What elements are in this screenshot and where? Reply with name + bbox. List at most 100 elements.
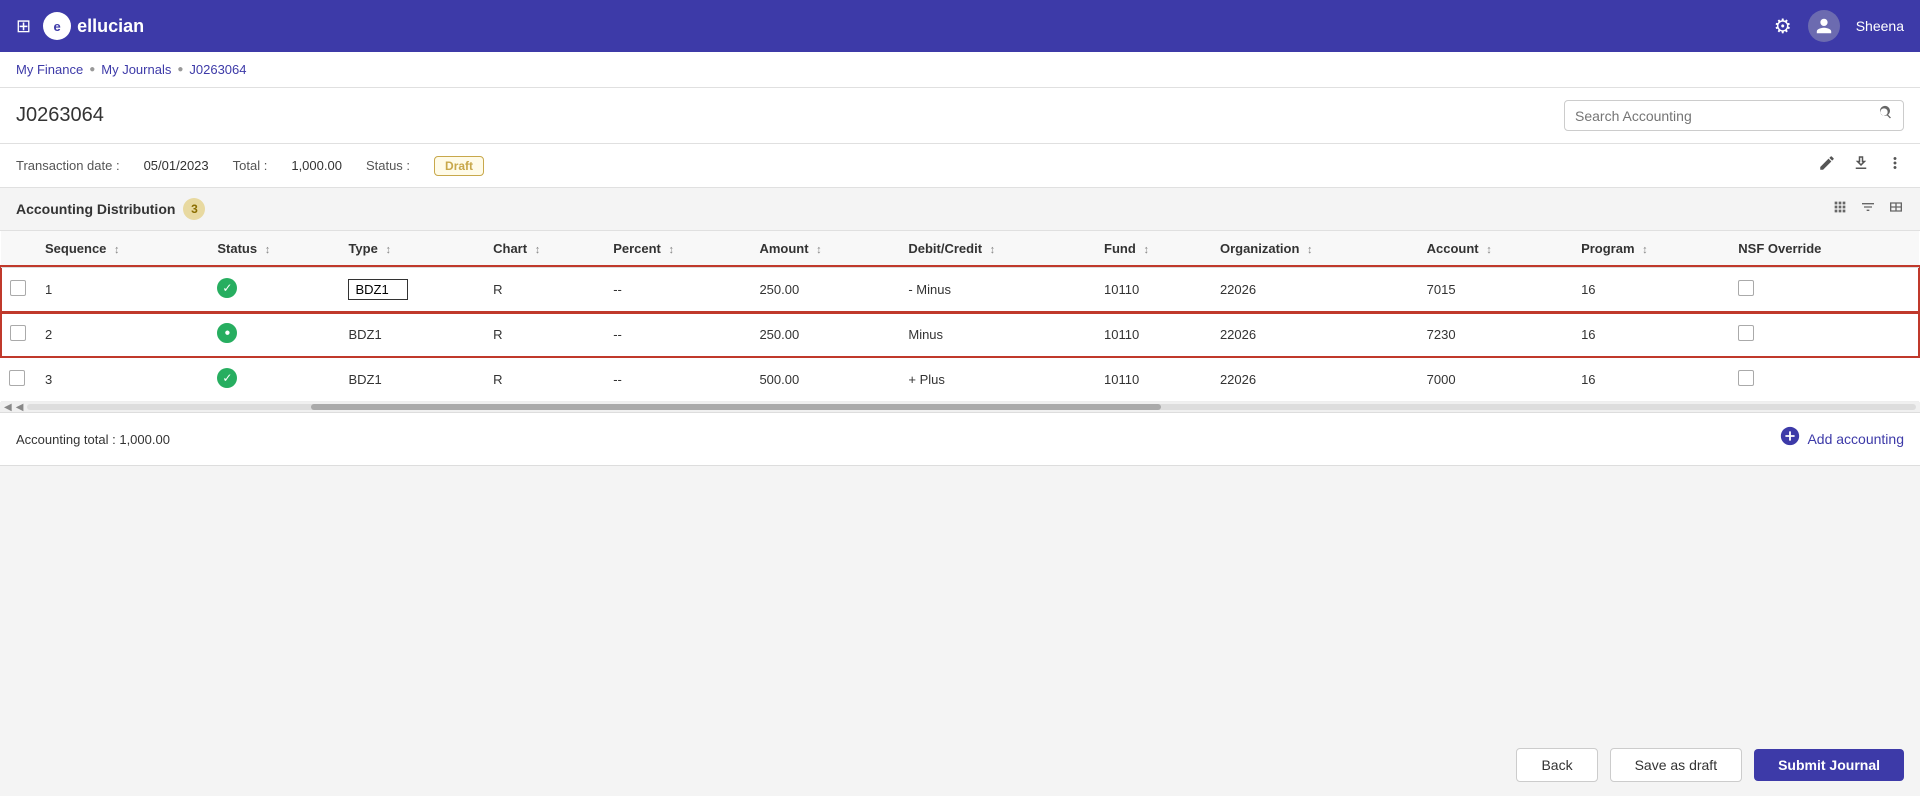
scroll-track[interactable] (27, 404, 1916, 410)
scroll-left-arrow[interactable]: ◀ (4, 402, 12, 413)
section-title: Accounting Distribution (16, 201, 175, 217)
horizontal-scrollbar[interactable]: ◀ ◀ (0, 402, 1920, 412)
sort-sequence-icon[interactable]: ↕ (114, 244, 120, 256)
sort-fund-icon[interactable]: ↕ (1143, 244, 1149, 256)
col-fund[interactable]: Fund ↕ (1096, 231, 1212, 267)
txn-status-label: Status : (366, 158, 410, 173)
checkbox-2[interactable] (10, 325, 26, 341)
row2-nsf[interactable] (1730, 312, 1919, 357)
row2-type: BDZ1 (340, 312, 485, 357)
row1-checkbox[interactable] (1, 267, 37, 312)
col-organization[interactable]: Organization ↕ (1212, 231, 1419, 267)
more-icon[interactable] (1886, 154, 1904, 177)
section-count: 3 (183, 198, 205, 220)
col-debit-credit-label: Debit/Credit (908, 241, 982, 256)
page-title: J0263064 (16, 104, 104, 127)
grid-icon[interactable]: ⊞ (16, 16, 31, 37)
col-debit-credit[interactable]: Debit/Credit ↕ (900, 231, 1096, 267)
sort-organization-icon[interactable]: ↕ (1307, 244, 1313, 256)
expand-icon[interactable] (1832, 199, 1848, 220)
status-icon-1 (217, 278, 237, 298)
back-button[interactable]: Back (1516, 748, 1597, 782)
avatar[interactable] (1808, 10, 1840, 42)
row1-program: 16 (1573, 267, 1730, 312)
col-chart[interactable]: Chart ↕ (485, 231, 605, 267)
col-type[interactable]: Type ↕ (340, 231, 485, 267)
col-nsf-override[interactable]: NSF Override (1730, 231, 1919, 267)
edit-icon[interactable] (1818, 154, 1836, 177)
sort-chart-icon[interactable]: ↕ (535, 244, 541, 256)
col-type-label: Type (348, 241, 377, 256)
sort-debit-credit-icon[interactable]: ↕ (990, 244, 996, 256)
row1-nsf[interactable] (1730, 267, 1919, 312)
add-accounting-button[interactable]: Add accounting (1779, 425, 1904, 453)
table-wrapper[interactable]: Sequence ↕ Status ↕ Type ↕ Chart ↕ (0, 231, 1920, 402)
row1-chart-input[interactable] (348, 279, 408, 300)
row3-type: BDZ1 (340, 357, 485, 402)
breadcrumb-current: J0263064 (189, 62, 246, 77)
download-icon[interactable] (1852, 154, 1870, 177)
breadcrumb-my-journals[interactable]: My Journals (101, 62, 171, 77)
gear-icon[interactable]: ⚙ (1774, 14, 1792, 39)
logo-letter: e (53, 19, 60, 34)
row3-checkbox[interactable] (1, 357, 37, 402)
row3-program: 16 (1573, 357, 1730, 402)
sort-type-icon[interactable]: ↕ (385, 244, 391, 256)
col-sequence[interactable]: Sequence ↕ (37, 231, 209, 267)
sort-amount-icon[interactable]: ↕ (816, 244, 822, 256)
breadcrumb-my-finance[interactable]: My Finance (16, 62, 83, 77)
txn-date-value: 05/01/2023 (144, 158, 209, 173)
sort-percent-icon[interactable]: ↕ (669, 244, 675, 256)
col-percent[interactable]: Percent ↕ (605, 231, 751, 267)
filter-icon[interactable] (1860, 199, 1876, 220)
scroll-left-inner-arrow[interactable]: ◀ (16, 402, 24, 413)
search-input[interactable] (1575, 108, 1877, 124)
search-box[interactable] (1564, 100, 1904, 131)
txn-bar-actions (1818, 154, 1904, 177)
section-header: Accounting Distribution 3 (0, 188, 1920, 231)
row1-percent: -- (605, 267, 751, 312)
row1-account: 7015 (1419, 267, 1573, 312)
columns-icon[interactable] (1888, 199, 1904, 220)
row1-seq: 1 (37, 267, 209, 312)
txn-date-label: Transaction date : (16, 158, 120, 173)
navbar: ⊞ e ellucian ⚙ Sheena (0, 0, 1920, 52)
row3-nsf[interactable] (1730, 357, 1919, 402)
row1-org: 22026 (1212, 267, 1419, 312)
col-amount[interactable]: Amount ↕ (751, 231, 900, 267)
nsf-checkbox-3[interactable] (1738, 370, 1754, 386)
table-row[interactable]: 3 BDZ1 R -- 500.00 + Plus 10110 22026 70… (1, 357, 1919, 402)
breadcrumb-sep-1: ● (89, 64, 95, 75)
sort-status-icon[interactable]: ↕ (265, 244, 271, 256)
checkbox-1[interactable] (10, 280, 26, 296)
table-header-row: Sequence ↕ Status ↕ Type ↕ Chart ↕ (1, 231, 1919, 267)
section-left: Accounting Distribution 3 (16, 198, 205, 220)
nsf-checkbox-1[interactable] (1738, 280, 1754, 296)
row3-seq: 3 (37, 357, 209, 402)
col-program-label: Program (1581, 241, 1634, 256)
row1-debit-credit: - Minus (900, 267, 1096, 312)
row2-checkbox[interactable] (1, 312, 37, 357)
table-row[interactable]: 2 BDZ1 R -- 250.00 Minus 10110 22026 723… (1, 312, 1919, 357)
save-draft-button[interactable]: Save as draft (1610, 748, 1743, 782)
col-chart-label: Chart (493, 241, 527, 256)
row1-chart: R (485, 267, 605, 312)
submit-journal-button[interactable]: Submit Journal (1754, 749, 1904, 781)
nsf-checkbox-2[interactable] (1738, 325, 1754, 341)
col-account[interactable]: Account ↕ (1419, 231, 1573, 267)
row3-chart: R (485, 357, 605, 402)
col-status[interactable]: Status ↕ (209, 231, 340, 267)
col-status-label: Status (217, 241, 257, 256)
checkbox-3[interactable] (9, 370, 25, 386)
sort-program-icon[interactable]: ↕ (1642, 244, 1648, 256)
navbar-left: ⊞ e ellucian (16, 12, 144, 40)
accounting-table: Sequence ↕ Status ↕ Type ↕ Chart ↕ (0, 231, 1920, 402)
search-icon (1877, 105, 1893, 126)
table-row[interactable]: 1 R -- 250.00 - Minus 10110 22026 7015 1… (1, 267, 1919, 312)
add-icon (1779, 425, 1801, 453)
sort-account-icon[interactable]: ↕ (1486, 244, 1492, 256)
breadcrumb: My Finance ● My Journals ● J0263064 (0, 52, 1920, 88)
scroll-thumb[interactable] (311, 404, 1161, 410)
row2-program: 16 (1573, 312, 1730, 357)
col-program[interactable]: Program ↕ (1573, 231, 1730, 267)
